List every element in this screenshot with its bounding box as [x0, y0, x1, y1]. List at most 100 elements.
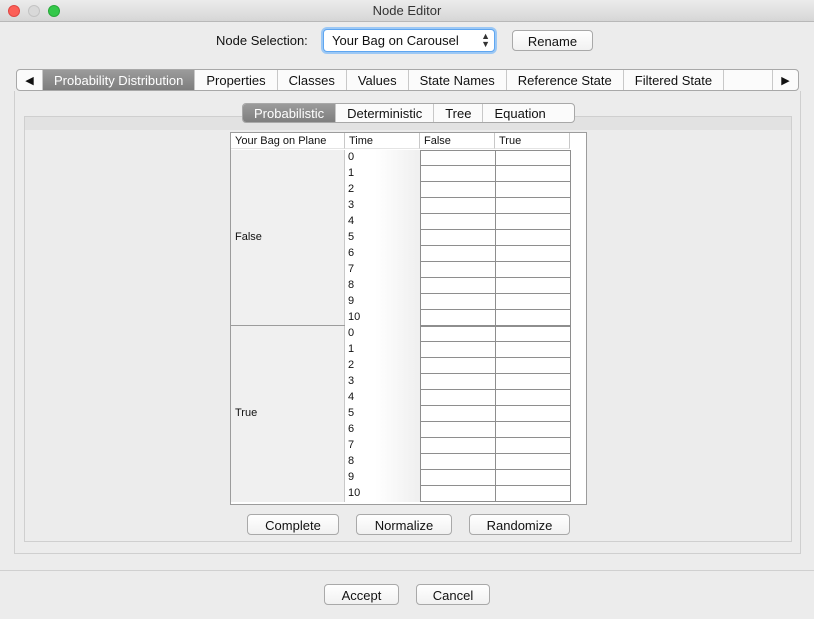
probability-true-cell[interactable] — [495, 230, 571, 246]
time-cell: 4 — [345, 390, 420, 406]
tab-deterministic[interactable]: Deterministic — [336, 104, 435, 122]
probability-false-cell[interactable] — [420, 438, 496, 454]
node-selection-dropdown[interactable]: Your Bag on Carousel ▲ ▼ — [323, 29, 495, 52]
complete-button[interactable]: Complete — [247, 514, 339, 535]
parent-state-label: True — [235, 407, 258, 419]
probability-true-cell[interactable] — [495, 470, 571, 486]
probability-true-cell[interactable] — [495, 278, 571, 294]
tab-properties[interactable]: Properties — [195, 70, 278, 90]
probability-false-cell[interactable] — [420, 310, 496, 326]
time-cell: 7 — [345, 262, 420, 278]
probability-false-cell[interactable] — [420, 294, 496, 310]
probability-false-cell[interactable] — [420, 166, 496, 182]
main-tab-strip: ◀ Probability Distribution Properties Cl… — [16, 69, 799, 91]
probability-false-cell[interactable] — [420, 342, 496, 358]
column-header-time: Time — [345, 133, 420, 149]
time-cell: 7 — [345, 438, 420, 454]
time-cell: 1 — [345, 166, 420, 182]
tab-equation[interactable]: Equation — [483, 104, 556, 122]
probability-false-cell[interactable] — [420, 486, 496, 502]
column-header-true: True — [495, 133, 570, 149]
probability-false-cell[interactable] — [420, 454, 496, 470]
footer-separator — [0, 570, 814, 571]
parent-state-cell: False — [231, 150, 345, 326]
tab-probabilistic[interactable]: Probabilistic — [243, 104, 337, 122]
node-selection-label: Node Selection: — [216, 33, 308, 48]
probability-true-cell[interactable] — [495, 214, 571, 230]
probability-false-cell[interactable] — [420, 358, 496, 374]
probability-true-cell[interactable] — [495, 198, 571, 214]
probability-false-cell[interactable] — [420, 214, 496, 230]
tab-values[interactable]: Values — [347, 70, 409, 90]
probability-true-cell[interactable] — [495, 326, 571, 342]
normalize-button[interactable]: Normalize — [356, 514, 452, 535]
probability-true-cell[interactable] — [495, 486, 571, 502]
node-selection-value: Your Bag on Carousel — [332, 33, 459, 48]
time-cell: 4 — [345, 214, 420, 230]
tab-filtered-state[interactable]: Filtered State — [624, 70, 725, 90]
time-cell: 9 — [345, 470, 420, 486]
randomize-button[interactable]: Randomize — [469, 514, 570, 535]
probability-false-cell[interactable] — [420, 374, 496, 390]
window-title: Node Editor — [372, 3, 442, 18]
time-cell: 2 — [345, 358, 420, 374]
time-cell: 6 — [345, 422, 420, 438]
right-arrow-icon[interactable]: ▶ — [772, 70, 798, 90]
accept-button[interactable]: Accept — [324, 584, 399, 605]
probability-false-cell[interactable] — [420, 470, 496, 486]
time-cell: 3 — [345, 374, 420, 390]
probability-false-cell[interactable] — [420, 246, 496, 262]
probability-false-cell[interactable] — [420, 230, 496, 246]
probability-false-cell[interactable] — [420, 150, 496, 166]
probability-true-cell[interactable] — [495, 406, 571, 422]
tab-state-names[interactable]: State Names — [409, 70, 507, 90]
probability-false-cell[interactable] — [420, 198, 496, 214]
probability-true-cell[interactable] — [495, 294, 571, 310]
probability-true-cell[interactable] — [495, 262, 571, 278]
time-cell: 0 — [345, 150, 420, 166]
time-cell: 5 — [345, 406, 420, 422]
time-cell: 5 — [345, 230, 420, 246]
probability-false-cell[interactable] — [420, 422, 496, 438]
probability-true-cell[interactable] — [495, 454, 571, 470]
time-cell: 9 — [345, 294, 420, 310]
probability-false-cell[interactable] — [420, 182, 496, 198]
parent-state-label: False — [235, 231, 262, 243]
probability-true-cell[interactable] — [495, 438, 571, 454]
probability-true-cell[interactable] — [495, 246, 571, 262]
time-cell: 10 — [345, 310, 420, 326]
probability-true-cell[interactable] — [495, 166, 571, 182]
time-cell: 8 — [345, 454, 420, 470]
time-cell: 0 — [345, 326, 420, 342]
probability-true-cell[interactable] — [495, 390, 571, 406]
probability-false-cell[interactable] — [420, 390, 496, 406]
tab-tree[interactable]: Tree — [434, 104, 484, 122]
tab-classes[interactable]: Classes — [278, 70, 347, 90]
cancel-button[interactable]: Cancel — [416, 584, 490, 605]
probability-false-cell[interactable] — [420, 326, 496, 342]
tab-reference-state[interactable]: Reference State — [507, 70, 624, 90]
tab-probability-distribution[interactable]: Probability Distribution — [43, 70, 196, 90]
time-cell: 1 — [345, 342, 420, 358]
probability-table: Your Bag on Plane Time False True False 0… — [230, 132, 587, 505]
probability-false-cell[interactable] — [420, 406, 496, 422]
probability-true-cell[interactable] — [495, 358, 571, 374]
probability-false-cell[interactable] — [420, 278, 496, 294]
probability-true-cell[interactable] — [495, 342, 571, 358]
probability-false-cell[interactable] — [420, 262, 496, 278]
parent-state-cell: True — [231, 326, 345, 502]
sub-tab-strip: Probabilistic Deterministic Tree Equatio… — [242, 103, 575, 123]
probability-true-cell[interactable] — [495, 150, 571, 166]
updown-chevron-icon: ▲ ▼ — [481, 31, 490, 49]
probability-true-cell[interactable] — [495, 422, 571, 438]
time-cell: 8 — [345, 278, 420, 294]
probability-true-cell[interactable] — [495, 182, 571, 198]
probability-true-cell[interactable] — [495, 374, 571, 390]
column-header-false: False — [420, 133, 495, 149]
left-arrow-icon[interactable]: ◀ — [17, 70, 43, 90]
probability-true-cell[interactable] — [495, 310, 571, 326]
time-cell: 6 — [345, 246, 420, 262]
column-header-parent: Your Bag on Plane — [231, 133, 345, 149]
time-cell: 10 — [345, 486, 420, 502]
rename-button[interactable]: Rename — [512, 30, 593, 51]
